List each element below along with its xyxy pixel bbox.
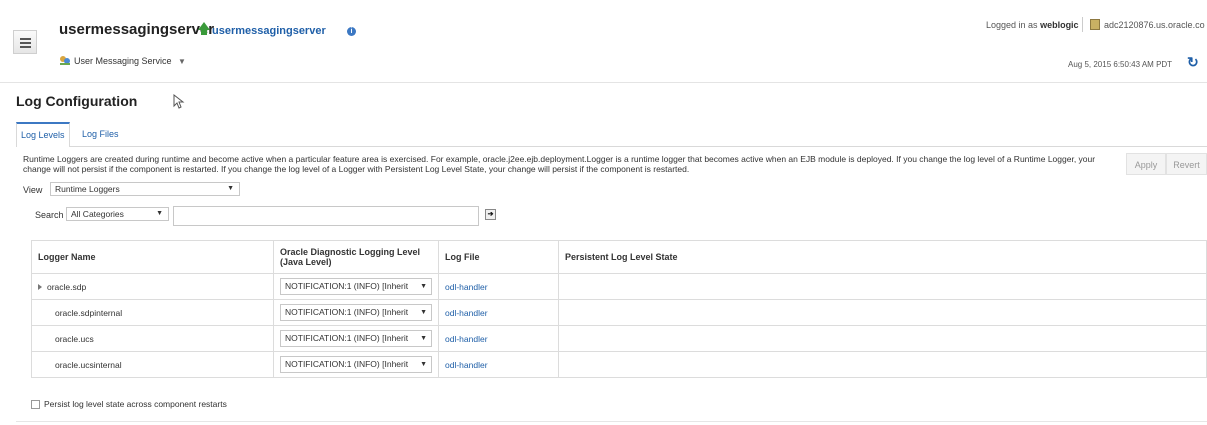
level-select[interactable]: NOTIFICATION:1 (INFO) [Inherit ▼ — [280, 356, 432, 373]
chevron-down-icon: ▼ — [420, 335, 427, 342]
chevron-down-icon[interactable]: ▼ — [178, 57, 186, 66]
level-select-value: NOTIFICATION:1 (INFO) [Inherit — [285, 307, 409, 317]
logger-name: oracle.sdp — [47, 281, 87, 292]
log-file-cell: odl-handler — [438, 351, 559, 378]
level-cell: NOTIFICATION:1 (INFO) [Inherit ▼ — [273, 273, 439, 300]
search-go-button[interactable]: ➔ — [485, 209, 496, 220]
view-select[interactable]: Runtime Loggers ▼ — [50, 182, 240, 196]
page-timestamp: Aug 5, 2015 6:50:43 AM PDT — [1068, 60, 1173, 69]
level-cell: NOTIFICATION:1 (INFO) [Inherit ▼ — [273, 351, 439, 378]
log-file-cell: odl-handler — [438, 325, 559, 352]
logged-in-user[interactable]: weblogic — [1040, 20, 1079, 30]
host-icon — [1090, 19, 1100, 30]
mouse-cursor-icon — [173, 94, 185, 109]
chevron-down-icon: ▼ — [227, 185, 234, 192]
log-file-link[interactable]: odl-handler — [445, 334, 488, 344]
level-select[interactable]: NOTIFICATION:1 (INFO) [Inherit ▼ — [280, 330, 432, 347]
info-icon[interactable]: i — [347, 27, 356, 36]
logger-name: oracle.sdpinternal — [55, 307, 123, 318]
level-select[interactable]: NOTIFICATION:1 (INFO) [Inherit ▼ — [280, 304, 432, 321]
log-file-link[interactable]: odl-handler — [445, 308, 488, 318]
column-header-level[interactable]: Oracle Diagnostic Logging Level (Java Le… — [273, 240, 439, 274]
apply-button[interactable]: Apply — [1126, 153, 1166, 175]
persist-checkbox-label: Persist log level state across component… — [44, 399, 227, 409]
level-select[interactable]: NOTIFICATION:1 (INFO) [Inherit ▼ — [280, 278, 432, 295]
column-header-persistent-state[interactable]: Persistent Log Level State — [558, 240, 1207, 274]
log-file-link[interactable]: odl-handler — [445, 282, 488, 292]
logger-name-cell: oracle.sdp — [31, 273, 274, 300]
expand-icon[interactable] — [38, 284, 42, 291]
table-row: oracle.sdp NOTIFICATION:1 (INFO) [Inheri… — [31, 273, 1207, 300]
search-category-value: All Categories — [71, 209, 124, 219]
tab-bar: Log Levels Log Files — [16, 122, 1207, 147]
table-row: oracle.ucsinternal NOTIFICATION:1 (INFO)… — [31, 351, 1207, 378]
refresh-icon[interactable]: ↻ — [1187, 54, 1199, 71]
level-cell: NOTIFICATION:1 (INFO) [Inherit ▼ — [273, 325, 439, 352]
view-label: View — [23, 185, 43, 195]
table-header-row: Logger Name Oracle Diagnostic Logging Le… — [31, 240, 1207, 274]
logged-in-info: Logged in as weblogic — [986, 20, 1079, 30]
divider — [1082, 17, 1083, 32]
revert-button[interactable]: Revert — [1166, 153, 1207, 175]
navigator-menu-button[interactable] — [13, 30, 37, 54]
chevron-down-icon: ▼ — [156, 210, 163, 217]
search-category-select[interactable]: All Categories ▼ — [66, 207, 169, 221]
persistent-state-cell — [558, 325, 1207, 352]
logged-in-prefix: Logged in as — [986, 20, 1038, 30]
table-row: oracle.sdpinternal NOTIFICATION:1 (INFO)… — [31, 299, 1207, 326]
level-select-value: NOTIFICATION:1 (INFO) [Inherit — [285, 333, 409, 343]
host-name[interactable]: adc2120876.us.oracle.co — [1104, 20, 1205, 30]
loggers-table: Logger Name Oracle Diagnostic Logging Le… — [31, 240, 1207, 378]
server-link[interactable]: usermessagingserver — [212, 25, 326, 37]
messaging-service-icon — [60, 56, 70, 65]
level-select-value: NOTIFICATION:1 (INFO) [Inherit — [285, 281, 409, 291]
log-file-link[interactable]: odl-handler — [445, 360, 488, 370]
chevron-down-icon: ▼ — [420, 283, 427, 290]
view-select-value: Runtime Loggers — [55, 184, 120, 194]
column-header-log-file[interactable]: Log File — [438, 240, 559, 274]
persistent-state-cell — [558, 351, 1207, 378]
server-up-icon-stem — [201, 29, 207, 35]
logger-name-cell: oracle.sdpinternal — [31, 299, 274, 326]
server-title: usermessagingserver — [59, 21, 215, 38]
table-row: oracle.ucs NOTIFICATION:1 (INFO) [Inheri… — [31, 325, 1207, 352]
persistent-state-cell — [558, 299, 1207, 326]
logger-name: oracle.ucs — [55, 333, 94, 344]
divider — [16, 421, 1207, 422]
search-label: Search — [35, 210, 64, 220]
logger-name-cell: oracle.ucs — [31, 325, 274, 352]
column-header-logger-name[interactable]: Logger Name — [31, 240, 274, 274]
page-title: Log Configuration — [16, 93, 138, 109]
persist-checkbox[interactable] — [31, 400, 40, 409]
tab-log-files[interactable]: Log Files — [78, 122, 123, 145]
tab-log-levels[interactable]: Log Levels — [16, 122, 70, 147]
hamburger-icon — [19, 37, 31, 48]
runtime-loggers-description: Runtime Loggers are created during runti… — [23, 154, 1096, 174]
log-file-cell: odl-handler — [438, 299, 559, 326]
log-file-cell: odl-handler — [438, 273, 559, 300]
level-select-value: NOTIFICATION:1 (INFO) [Inherit — [285, 359, 409, 369]
search-input[interactable] — [173, 206, 479, 226]
header-bar: usermessagingserver usermessagingserver … — [0, 0, 1207, 83]
chevron-down-icon: ▼ — [420, 361, 427, 368]
logger-name-cell: oracle.ucsinternal — [31, 351, 274, 378]
logger-name: oracle.ucsinternal — [55, 359, 122, 370]
service-menu[interactable]: User Messaging Service — [74, 56, 172, 66]
chevron-down-icon: ▼ — [420, 309, 427, 316]
level-cell: NOTIFICATION:1 (INFO) [Inherit ▼ — [273, 299, 439, 326]
persistent-state-cell — [558, 273, 1207, 300]
